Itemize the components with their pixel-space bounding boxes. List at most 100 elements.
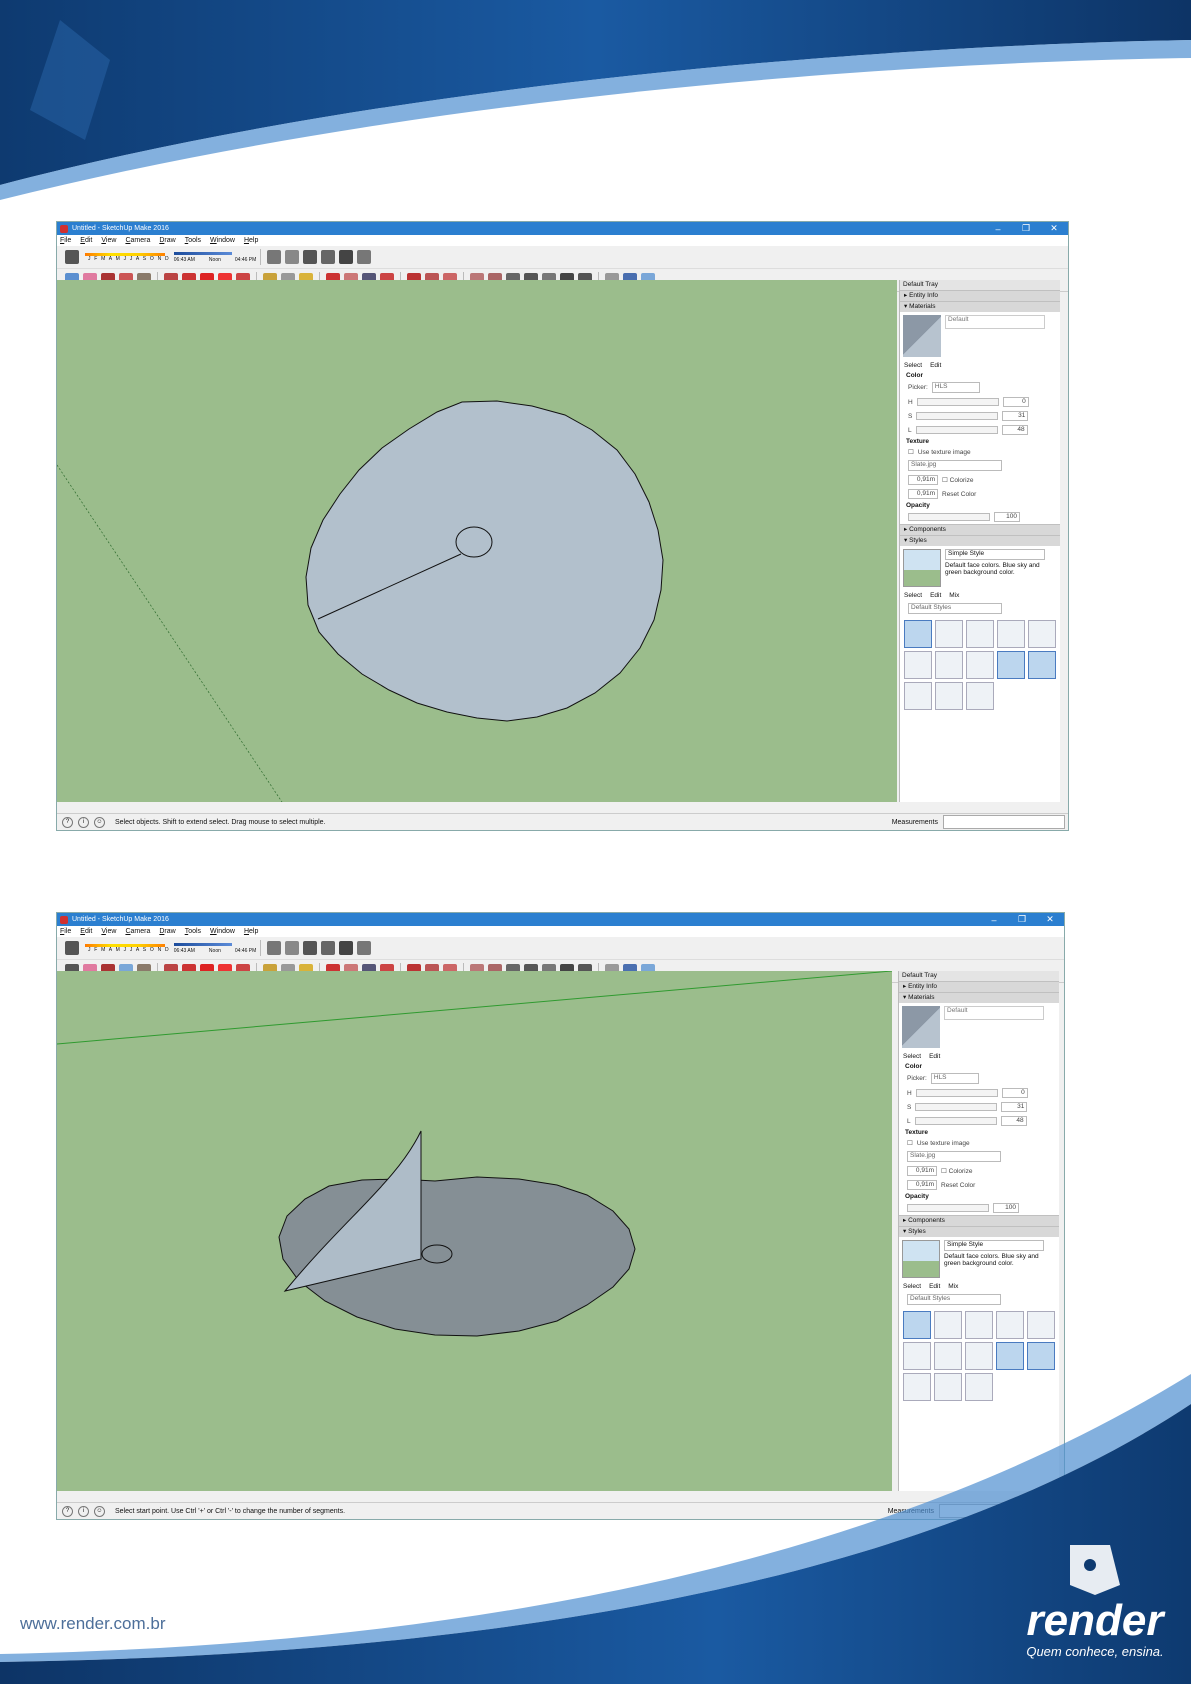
menu-draw[interactable]: Draw bbox=[159, 237, 175, 244]
entity-info-header[interactable]: ▸ Entity Info bbox=[899, 981, 1059, 992]
style-option[interactable] bbox=[966, 651, 994, 679]
menu-window[interactable]: Window bbox=[210, 237, 235, 244]
style-collection-select[interactable]: Default Styles bbox=[908, 603, 1002, 614]
style-collection-select[interactable]: Default Styles bbox=[907, 1294, 1001, 1305]
top-view-icon[interactable] bbox=[285, 941, 300, 955]
top-view-icon[interactable] bbox=[285, 250, 300, 264]
h-value[interactable]: 0 bbox=[1001, 1088, 1028, 1098]
opacity-value[interactable]: 100 bbox=[993, 1203, 1019, 1213]
footer-url[interactable]: www.render.com.br bbox=[20, 1614, 166, 1634]
restore-button[interactable]: ❐ bbox=[1012, 223, 1040, 234]
close-button[interactable]: ✕ bbox=[1036, 914, 1064, 925]
l-value[interactable]: 48 bbox=[1001, 425, 1028, 435]
menu-help[interactable]: Help bbox=[244, 237, 258, 244]
menu-view[interactable]: View bbox=[101, 237, 116, 244]
reset-color-button[interactable]: Reset Color bbox=[942, 491, 976, 498]
texture-height[interactable]: 0,91m bbox=[907, 1180, 937, 1190]
menu-file[interactable]: File bbox=[60, 237, 71, 244]
minimize-button[interactable]: – bbox=[984, 224, 1012, 234]
style-option[interactable] bbox=[904, 651, 932, 679]
front-view-icon[interactable] bbox=[303, 941, 318, 955]
texture-file-field[interactable]: Slate.jpg bbox=[908, 460, 1002, 471]
style-option[interactable] bbox=[1027, 1311, 1055, 1339]
s-slider[interactable] bbox=[916, 412, 999, 420]
menu-camera[interactable]: Camera bbox=[125, 928, 150, 935]
opacity-slider[interactable] bbox=[907, 1204, 989, 1212]
shadow-date-slider[interactable]: J F M A M J J A S O N D bbox=[85, 943, 170, 953]
minimize-button[interactable]: – bbox=[980, 915, 1008, 925]
style-name-field[interactable]: Simple Style bbox=[945, 549, 1045, 560]
material-name-field[interactable]: Default bbox=[945, 315, 1045, 329]
l-slider[interactable] bbox=[915, 426, 998, 434]
h-value[interactable]: 0 bbox=[1002, 397, 1029, 407]
texture-file-field[interactable]: Slate.jpg bbox=[907, 1151, 1001, 1162]
texture-width[interactable]: 0,91m bbox=[908, 475, 938, 485]
texture-width[interactable]: 0,91m bbox=[907, 1166, 937, 1176]
menu-help[interactable]: Help bbox=[244, 928, 258, 935]
tab-edit[interactable]: Edit bbox=[930, 362, 941, 369]
menu-file[interactable]: File bbox=[60, 928, 71, 935]
front-view-icon[interactable] bbox=[303, 250, 318, 264]
s-value[interactable]: 31 bbox=[1001, 1102, 1028, 1112]
style-option[interactable] bbox=[934, 1311, 962, 1339]
menu-window[interactable]: Window bbox=[210, 928, 235, 935]
reset-color-button[interactable]: Reset Color bbox=[941, 1182, 975, 1189]
style-option[interactable] bbox=[1028, 651, 1056, 679]
style-option[interactable] bbox=[904, 682, 932, 710]
style-option[interactable] bbox=[996, 1311, 1024, 1339]
shadow-date-slider[interactable]: J F M A M J J A S O N D bbox=[85, 252, 170, 262]
picker-select[interactable]: HLS bbox=[930, 1073, 979, 1084]
style-option[interactable] bbox=[997, 651, 1025, 679]
credits-icon[interactable]: i bbox=[78, 816, 89, 828]
back-view-icon[interactable] bbox=[339, 941, 354, 955]
tab-edit[interactable]: Edit bbox=[929, 1053, 940, 1060]
use-texture-checkbox[interactable]: ☐ Use texture image bbox=[900, 446, 1060, 458]
geo-location-icon[interactable]: ? bbox=[62, 816, 73, 828]
close-button[interactable]: ✕ bbox=[1040, 223, 1068, 234]
components-header[interactable]: ▸ Components bbox=[900, 524, 1060, 535]
style-option[interactable] bbox=[904, 620, 932, 648]
measurements-input[interactable] bbox=[943, 815, 1065, 829]
style-option[interactable] bbox=[935, 620, 963, 648]
materials-header[interactable]: ▾ Materials bbox=[899, 992, 1059, 1003]
menu-tools[interactable]: Tools bbox=[185, 237, 201, 244]
style-tab-mix[interactable]: Mix bbox=[949, 592, 959, 599]
left-view-icon[interactable] bbox=[357, 941, 372, 955]
s-value[interactable]: 31 bbox=[1002, 411, 1029, 421]
components-header[interactable]: ▸ Components bbox=[899, 1215, 1059, 1226]
h-slider[interactable] bbox=[916, 398, 999, 406]
opacity-value[interactable]: 100 bbox=[994, 512, 1020, 522]
style-option[interactable] bbox=[965, 1311, 993, 1339]
tab-select[interactable]: Select bbox=[904, 362, 922, 369]
style-name-field[interactable]: Simple Style bbox=[944, 1240, 1044, 1251]
model-viewport[interactable] bbox=[57, 280, 897, 802]
s-slider[interactable] bbox=[915, 1103, 998, 1111]
style-option[interactable] bbox=[935, 651, 963, 679]
style-option[interactable] bbox=[997, 620, 1025, 648]
menu-tools[interactable]: Tools bbox=[185, 928, 201, 935]
shadow-time-slider[interactable]: 06:43 AM Noon 04:46 PM bbox=[173, 251, 256, 263]
iso-view-icon[interactable] bbox=[267, 941, 282, 955]
tab-select[interactable]: Select bbox=[903, 1053, 921, 1060]
entity-info-header[interactable]: ▸ Entity Info bbox=[900, 290, 1060, 301]
shadow-toggle-icon[interactable] bbox=[65, 941, 79, 955]
texture-height[interactable]: 0,91m bbox=[908, 489, 938, 499]
styles-header[interactable]: ▾ Styles bbox=[900, 535, 1060, 546]
style-option[interactable] bbox=[1028, 620, 1056, 648]
style-option[interactable] bbox=[903, 1311, 931, 1339]
restore-button[interactable]: ❐ bbox=[1008, 914, 1036, 925]
right-view-icon[interactable] bbox=[321, 250, 336, 264]
materials-header[interactable]: ▾ Materials bbox=[900, 301, 1060, 312]
picker-select[interactable]: HLS bbox=[931, 382, 980, 393]
colorize-checkbox[interactable]: ☐ Colorize bbox=[942, 476, 973, 484]
menu-view[interactable]: View bbox=[101, 928, 116, 935]
material-name-field[interactable]: Default bbox=[944, 1006, 1044, 1020]
right-view-icon[interactable] bbox=[321, 941, 336, 955]
style-option[interactable] bbox=[966, 620, 994, 648]
style-option[interactable] bbox=[935, 682, 963, 710]
shadow-toggle-icon[interactable] bbox=[65, 250, 79, 264]
left-view-icon[interactable] bbox=[357, 250, 372, 264]
style-tab-select[interactable]: Select bbox=[903, 1283, 921, 1290]
style-tab-select[interactable]: Select bbox=[904, 592, 922, 599]
styles-header[interactable]: ▾ Styles bbox=[899, 1226, 1059, 1237]
